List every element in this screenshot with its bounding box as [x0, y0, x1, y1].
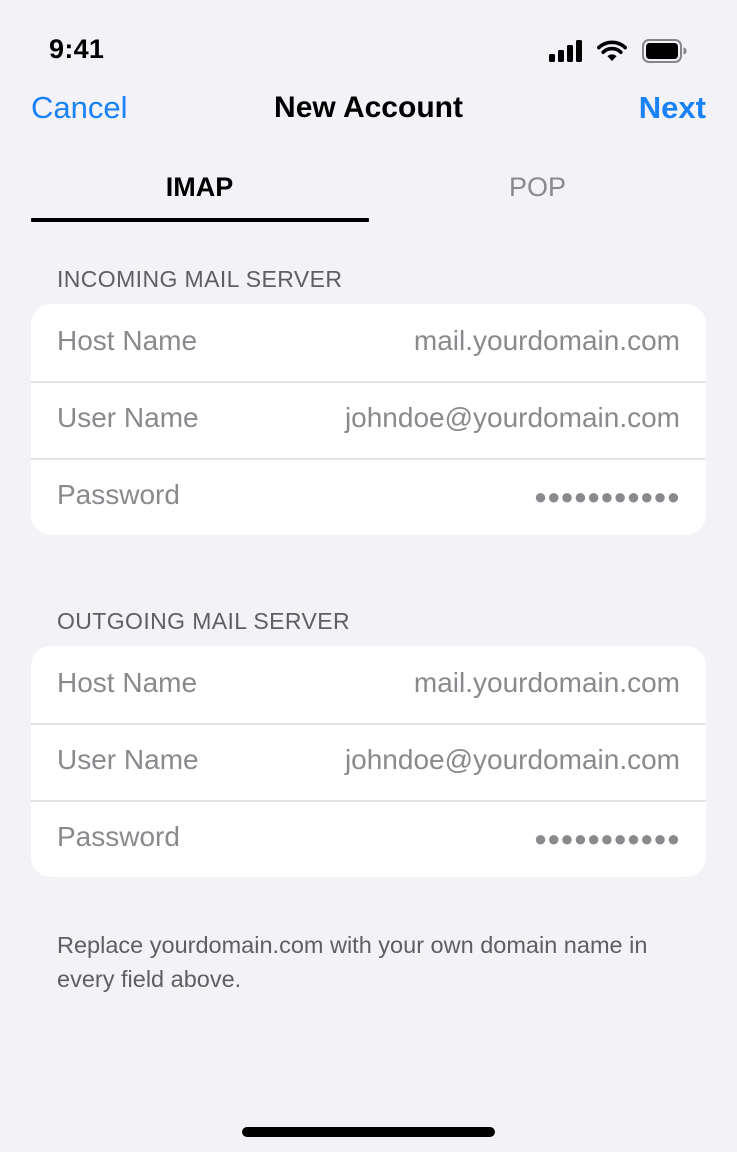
footer-note: Replace yourdomain.com with your own dom… [57, 932, 648, 992]
selected-tab-indicator [31, 218, 369, 222]
status-time: 9:41 [49, 34, 105, 64]
battery-icon [642, 39, 687, 63]
field-label: Password [57, 479, 180, 510]
incoming-password-field[interactable]: Password ●●●●●●●●●●● [31, 458, 706, 535]
field-value[interactable]: johndoe@yourdomain.com [345, 742, 680, 778]
outgoing-password-field[interactable]: Password ●●●●●●●●●●● [31, 800, 706, 877]
field-value[interactable]: mail.yourdomain.com [414, 665, 680, 701]
outgoing-user-name-field[interactable]: User Name johndoe@yourdomain.com [31, 723, 706, 800]
outgoing-host-name-field[interactable]: Host Name mail.yourdomain.com [31, 646, 706, 723]
field-label: User Name [57, 402, 199, 433]
field-value[interactable]: mail.yourdomain.com [414, 323, 680, 359]
incoming-user-name-field[interactable]: User Name johndoe@yourdomain.com [31, 381, 706, 458]
outgoing-server-card: Host Name mail.yourdomain.com User Name … [31, 646, 706, 877]
status-bar: 9:41 [0, 0, 737, 80]
cellular-signal-icon [549, 40, 582, 62]
incoming-section-header: INCOMING MAIL SERVER [57, 266, 343, 292]
outgoing-section-header: OUTGOING MAIL SERVER [57, 608, 350, 634]
field-value[interactable]: johndoe@yourdomain.com [345, 400, 680, 436]
navigation-bar: New Account Cancel Next [0, 82, 737, 134]
field-label: Host Name [57, 325, 198, 356]
field-label: Host Name [57, 667, 198, 698]
next-button[interactable]: Next [639, 88, 706, 128]
wifi-icon [597, 40, 627, 61]
account-type-tabs: IMAP POP [31, 160, 706, 224]
cancel-button[interactable]: Cancel [31, 88, 128, 128]
tab-pop[interactable]: POP [369, 160, 706, 218]
incoming-server-card: Host Name mail.yourdomain.com User Name … [31, 304, 706, 535]
password-value[interactable]: ●●●●●●●●●●● [534, 821, 680, 857]
home-indicator[interactable] [242, 1127, 495, 1137]
password-value[interactable]: ●●●●●●●●●●● [534, 479, 680, 515]
incoming-host-name-field[interactable]: Host Name mail.yourdomain.com [31, 304, 706, 381]
tab-imap[interactable]: IMAP [31, 160, 368, 218]
field-label: Password [57, 821, 180, 852]
field-label: User Name [57, 744, 199, 775]
